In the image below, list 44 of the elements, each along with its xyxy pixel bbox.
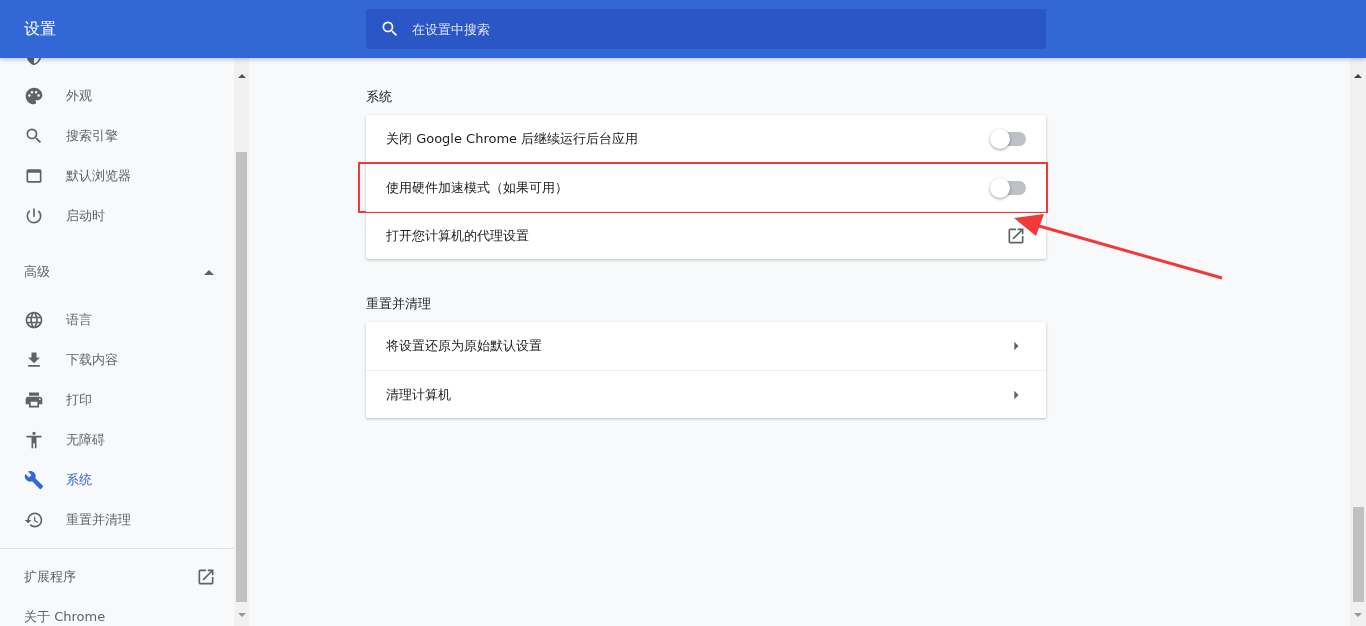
search-icon xyxy=(380,19,400,39)
sidebar-item[interactable]: 无障碍 xyxy=(0,420,234,460)
sidebar-item[interactable]: 语言 xyxy=(0,300,234,340)
history-icon xyxy=(24,510,44,530)
sidebar-item[interactable]: 启动时 xyxy=(0,196,234,236)
globe-icon xyxy=(24,310,44,330)
page-title: 设置 xyxy=(23,18,57,40)
scroll-down-icon[interactable] xyxy=(237,613,246,617)
scroll-down-icon[interactable] xyxy=(1354,613,1362,617)
power-icon xyxy=(24,206,44,226)
sidebar-item[interactable]: 下载内容 xyxy=(0,340,234,380)
palette-icon xyxy=(24,86,44,106)
scrollbar[interactable] xyxy=(1350,58,1366,626)
setting-label: 关闭 Google Chrome 后继续运行后台应用 xyxy=(386,130,639,148)
scrollbar-thumb[interactable] xyxy=(1352,507,1364,602)
search-icon xyxy=(24,126,44,146)
setting-label: 清理计算机 xyxy=(386,385,451,404)
sidebar-link[interactable]: 扩展程序 xyxy=(0,557,234,597)
accessibility-icon xyxy=(24,430,44,450)
browser-window-icon xyxy=(24,166,44,186)
setting-label: 将设置还原为原始默认设置 xyxy=(386,337,542,355)
search-field[interactable]: 在设置中搜索 xyxy=(366,9,1046,49)
sidebar-item[interactable]: 搜索引擎 xyxy=(0,116,234,156)
wrench-icon xyxy=(24,470,44,490)
caret-up-icon[interactable] xyxy=(204,269,214,275)
setting-label: 打开您计算机的代理设置 xyxy=(386,226,529,245)
toggle-switch[interactable] xyxy=(992,180,1026,195)
sidebar-item[interactable]: 默认浏览器 xyxy=(0,156,234,196)
section-title: 系统 xyxy=(366,88,393,106)
external-link-icon xyxy=(196,567,216,587)
sidebar-link[interactable]: 关于 Chrome xyxy=(0,597,234,626)
printer-icon xyxy=(24,390,44,410)
toggle-switch[interactable] xyxy=(992,132,1026,146)
sidebar-item[interactable]: 重置并清理 xyxy=(0,500,234,540)
scrollbar[interactable] xyxy=(234,58,249,626)
scrollbar-thumb[interactable] xyxy=(236,152,247,602)
sidebar-item[interactable]: 打印 xyxy=(0,380,234,420)
sidebar-item[interactable]: 外观 xyxy=(0,76,234,116)
scroll-up-icon[interactable] xyxy=(1354,74,1362,78)
advanced-toggle[interactable]: 高级 xyxy=(0,244,234,300)
sidebar-item[interactable]: 系统 xyxy=(0,460,234,500)
section-title: 重置并清理 xyxy=(366,295,432,313)
scroll-up-icon[interactable] xyxy=(237,74,246,78)
setting-label: 使用硬件加速模式（如果可用） xyxy=(386,178,568,197)
